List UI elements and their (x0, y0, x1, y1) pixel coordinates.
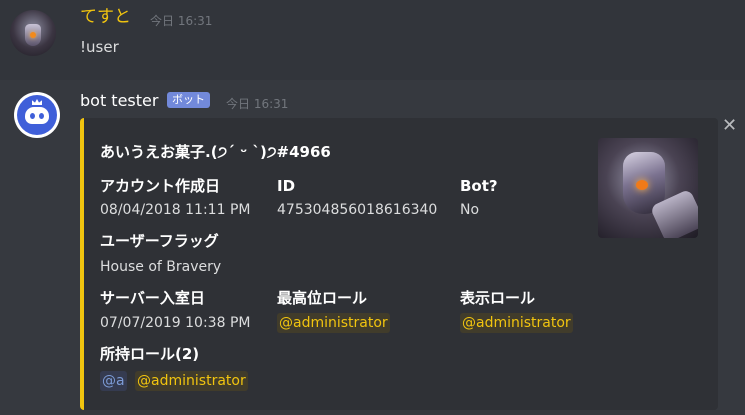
message-timestamp: 今日 16:31 (150, 14, 213, 28)
field-name-id: ID (277, 177, 296, 195)
field-value-top-role: @administrator (277, 313, 390, 333)
field-name-account-created: アカウント作成日 (100, 177, 221, 195)
bot-username[interactable]: bot tester (80, 90, 158, 112)
close-icon[interactable]: ✕ (722, 117, 737, 135)
logo-eye-right (39, 113, 44, 119)
embed-title: あいうえお菓子.(੭ˊ ᵕ ˋ)੭#4966 (100, 143, 331, 161)
role-mention[interactable]: @a (100, 371, 127, 391)
field-name-display-role: 表示ロール (460, 289, 536, 307)
field-name-user-flags: ユーザーフラッグ (100, 232, 219, 250)
role-mention[interactable]: @administrator (277, 313, 390, 333)
field-value-account-created: 08/04/2018 11:11 PM (100, 202, 251, 218)
field-value-user-flags: House of Bravery (100, 259, 222, 275)
message-username[interactable]: てすと (80, 6, 131, 28)
logo-eye-left (30, 113, 35, 119)
bot-badge: ボット (167, 92, 210, 108)
bot-message-timestamp: 今日 16:31 (226, 97, 289, 111)
role-mention[interactable]: @administrator (135, 371, 248, 391)
message-hovered[interactable]: てすと 今日 16:31 !user (0, 0, 745, 80)
message-content: !user (80, 38, 119, 56)
discord-logo-icon (25, 107, 49, 124)
bot-avatar[interactable] (14, 92, 60, 138)
field-value-display-role: @administrator (460, 313, 573, 333)
thumbnail-eye-shape (636, 180, 648, 190)
field-value-server-join: 07/07/2019 10:38 PM (100, 315, 251, 331)
avatar-eye-shape (30, 32, 36, 38)
embed-thumbnail[interactable] (598, 138, 698, 238)
field-name-server-join: サーバー入室日 (100, 289, 205, 307)
field-value-roles: @a @administrator (100, 371, 248, 391)
field-name-bot: Bot? (460, 177, 498, 195)
user-avatar[interactable] (10, 10, 56, 56)
field-value-bot: No (460, 202, 480, 218)
role-mention[interactable]: @administrator (460, 313, 573, 333)
field-name-top-role: 最高位ロール (277, 289, 368, 307)
field-value-id: 475304856018616340 (277, 202, 438, 218)
field-name-roles: 所持ロール(2) (100, 345, 200, 363)
